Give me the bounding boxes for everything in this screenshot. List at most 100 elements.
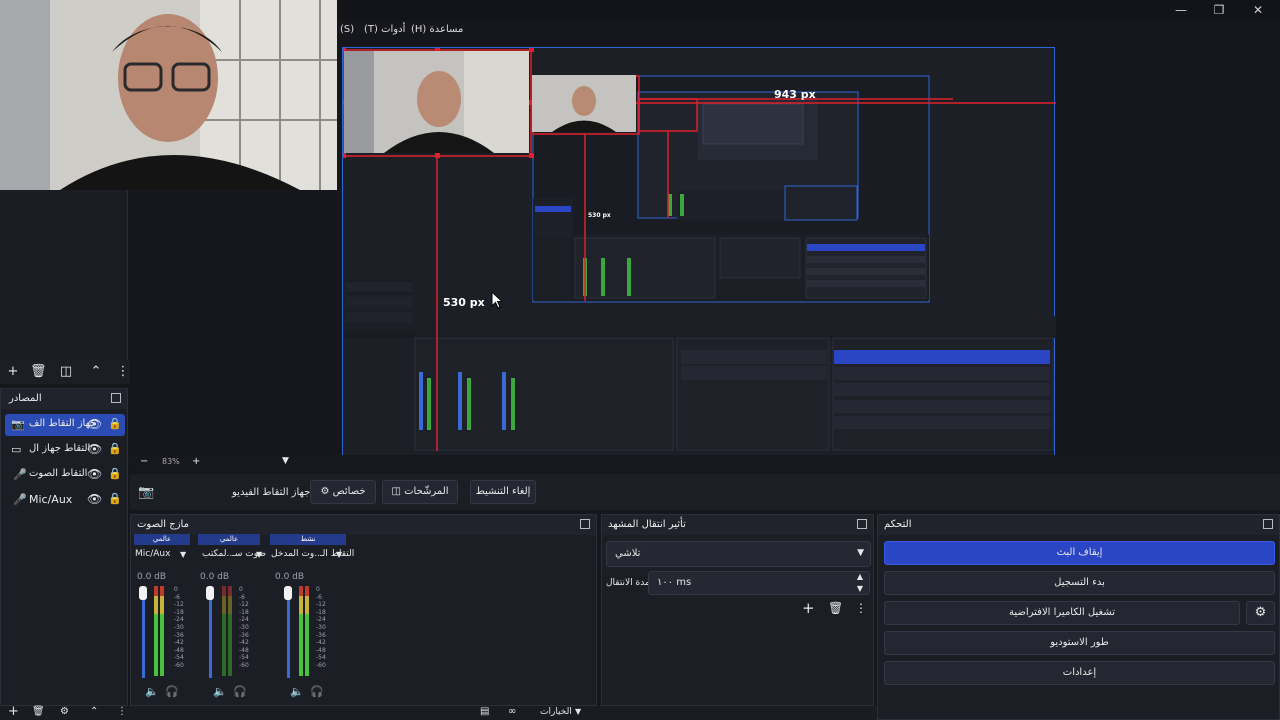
speaker-icon[interactable]: 🔈 xyxy=(290,685,304,698)
eye-icon[interactable]: 👁 xyxy=(87,492,102,506)
stop-stream-button[interactable]: إيقاف البث xyxy=(884,541,1275,565)
channel-badge: عالمي xyxy=(134,534,190,545)
source-item-video-capture[interactable]: 📷 جهاز التقاط الف 👁 🔒 xyxy=(5,414,125,436)
virtual-camera-button[interactable]: تشغيل الكاميرا الافتراضية xyxy=(884,601,1240,625)
gear-icon[interactable]: ⚙ xyxy=(60,706,69,717)
sources-dock: المصادر 📷 جهاز التقاط الف 👁 🔒 ▭ التقاط ج… xyxy=(0,388,128,706)
menu-bar: (S) (T) أدوات (H) مساعدة xyxy=(337,20,1280,42)
trash-icon[interactable]: 🗑 xyxy=(828,601,843,615)
gear-icon: ⚙ xyxy=(320,486,330,497)
more-icon[interactable]: ⋮ xyxy=(116,365,130,379)
transitions-dock: تأثير انتقال المشهد تلاشي ▼ مدة الانتقال… xyxy=(601,514,874,706)
source-label: التقاط الصوت xyxy=(29,468,88,479)
deactivate-label: إلغاء التنشيط xyxy=(475,486,531,497)
filter-icon: ◫ xyxy=(391,486,401,497)
mic-icon: 🎤 xyxy=(13,468,27,481)
controls-dock: التحكم إيقاف البث بدء التسجيل تشغيل الكا… xyxy=(877,514,1280,720)
minimize-icon[interactable]: — xyxy=(1171,2,1191,18)
chevron-up-icon[interactable]: ⌃ xyxy=(90,706,98,717)
properties-icon[interactable]: ◫ xyxy=(59,365,73,379)
channel-name[interactable]: Mic/Aux xyxy=(135,549,170,559)
meter-ticks-1: 0 -6 -12 -18 -24 -30 -36 -42 -48 -54 -60 xyxy=(174,586,184,669)
camera-icon: 📷 xyxy=(138,485,155,500)
deactivate-button[interactable]: إلغاء التنشيط xyxy=(470,480,536,504)
mixer-header: مازج الصوت xyxy=(131,515,596,535)
chevron-down-icon[interactable]: ▼ xyxy=(180,550,186,559)
transitions-title: تأثير انتقال المشهد xyxy=(608,519,686,530)
gear-icon[interactable]: ⚙ xyxy=(1246,601,1275,625)
float-icon[interactable] xyxy=(857,519,867,529)
float-icon[interactable] xyxy=(1263,519,1273,529)
channel-badge: نشط xyxy=(270,534,346,545)
sources-header: المصادر xyxy=(1,389,127,409)
headphones-icon[interactable]: 🎧 xyxy=(165,685,179,698)
chevron-down-icon: ▼ xyxy=(857,548,864,558)
headphones-icon[interactable]: 🎧 xyxy=(233,685,247,698)
filters-label: المرشّحات xyxy=(404,486,449,497)
start-record-button[interactable]: بدء التسجيل xyxy=(884,571,1275,595)
menu-help[interactable]: (H) مساعدة xyxy=(411,24,463,35)
menu-tools[interactable]: (T) أدوات xyxy=(364,24,405,35)
speaker-icon[interactable]: 🔈 xyxy=(213,685,227,698)
add-icon[interactable]: + xyxy=(802,599,815,617)
zoom-level: 83% xyxy=(162,457,180,466)
chevron-down-icon[interactable]: ▼ xyxy=(336,550,342,559)
more-icon[interactable]: ⋮ xyxy=(855,601,867,615)
selected-source-name: جهاز التقاط الفيديو xyxy=(232,487,311,498)
float-icon[interactable] xyxy=(111,393,121,403)
chevron-up-icon[interactable]: ▲ xyxy=(857,572,863,581)
title-bar: — ❐ ✕ xyxy=(337,0,1280,20)
source-label: Mic/Aux xyxy=(29,493,73,506)
chevron-up-icon[interactable]: ⌃ xyxy=(89,365,103,379)
mixer-title: مازج الصوت xyxy=(137,519,189,530)
lock-icon[interactable]: 🔒 xyxy=(108,492,122,505)
menu-file[interactable]: (S) xyxy=(340,24,354,35)
lock-icon[interactable]: 🔒 xyxy=(108,442,122,455)
trash-icon[interactable]: 🗑 xyxy=(32,706,45,717)
lock-icon[interactable]: 🔒 xyxy=(108,417,122,430)
maximize-icon[interactable]: ❐ xyxy=(1209,2,1229,18)
mic-icon: 🎤 xyxy=(13,493,27,506)
sources-toolbar: + 🗑 ◫ ⌃ ⋮ xyxy=(0,360,130,384)
duration-input[interactable]: ١٠٠ ms ▲ ▼ xyxy=(648,571,870,595)
meter-ticks-3: 0 -6 -12 -18 -24 -30 -36 -42 -48 -54 -60 xyxy=(316,586,326,669)
float-icon[interactable] xyxy=(580,519,590,529)
source-label: التقاط جهاز ال xyxy=(29,443,91,454)
channel-db: 0.0 dB xyxy=(275,572,305,582)
speaker-icon[interactable]: 🔈 xyxy=(145,685,159,698)
transitions-header: تأثير انتقال المشهد xyxy=(602,515,873,535)
add-icon[interactable]: + xyxy=(8,704,19,719)
eye-icon[interactable]: 👁 xyxy=(87,442,102,456)
filters-button[interactable]: ◫ المرشّحات xyxy=(382,480,458,504)
lock-icon[interactable]: 🔒 xyxy=(108,467,122,480)
settings-button[interactable]: إعدادات xyxy=(884,661,1275,685)
layout-icon[interactable]: ▤ xyxy=(480,706,489,717)
more-icon[interactable]: ⋮ xyxy=(117,706,127,717)
close-icon[interactable]: ✕ xyxy=(1248,2,1268,18)
source-item-display-capture[interactable]: ▭ التقاط جهاز ال 👁 🔒 xyxy=(5,439,125,461)
measure-top-label: 943 px xyxy=(774,88,816,101)
duration-value: ١٠٠ ms xyxy=(657,577,692,588)
source-item-audio-capture[interactable]: 🎤 التقاط الصوت 👁 🔒 xyxy=(5,464,125,486)
duration-label: مدة الانتقال xyxy=(606,578,650,588)
controls-header: التحكم xyxy=(878,515,1279,535)
properties-button[interactable]: ⚙ خصائص xyxy=(310,480,376,504)
left-panel-spacer xyxy=(0,190,128,360)
trash-icon[interactable]: 🗑 xyxy=(30,365,47,379)
source-item-mic-aux[interactable]: 🎤 Mic/Aux 👁 🔒 xyxy=(5,489,125,511)
transition-select[interactable]: تلاشي ▼ xyxy=(606,541,871,567)
eye-icon[interactable]: 👁 xyxy=(87,417,102,431)
add-icon[interactable]: + xyxy=(6,365,20,379)
headphones-icon[interactable]: 🎧 xyxy=(310,685,324,698)
chevron-down-icon[interactable]: ▼ xyxy=(575,707,581,716)
chevron-down-icon[interactable]: ▼ xyxy=(256,550,262,559)
eye-icon[interactable]: 👁 xyxy=(87,467,102,481)
chevron-down-icon[interactable]: ▼ xyxy=(282,456,289,466)
studio-mode-button[interactable]: طور الاستوديو xyxy=(884,631,1275,655)
zoom-in-icon[interactable]: + xyxy=(192,456,200,467)
scene-options-label[interactable]: الخيارات xyxy=(540,707,572,717)
camera-icon: 📷 xyxy=(11,418,25,431)
zoom-out-icon[interactable]: − xyxy=(140,456,148,467)
link-icon[interactable]: ∞ xyxy=(508,706,516,717)
chevron-down-icon[interactable]: ▼ xyxy=(857,584,863,593)
